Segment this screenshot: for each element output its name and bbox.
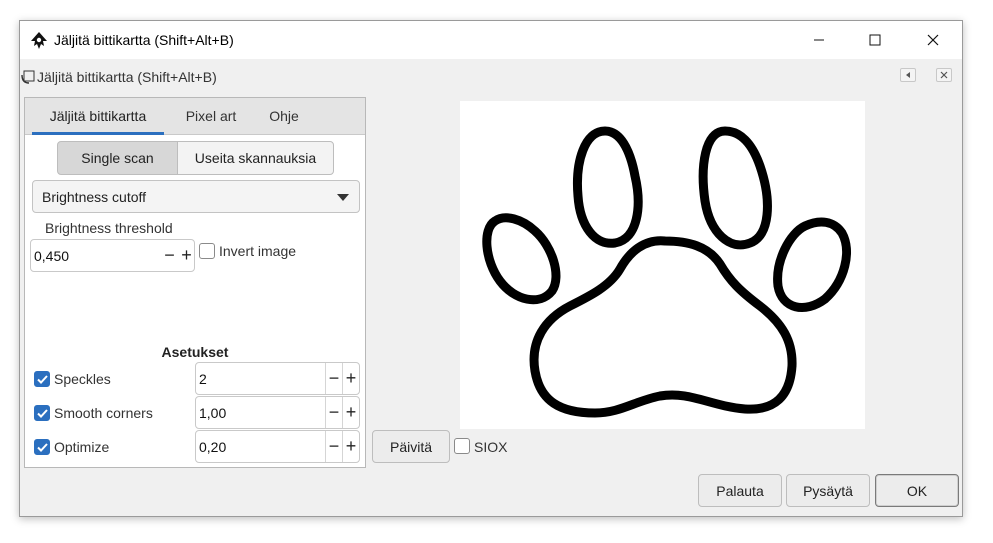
chevron-down-icon (337, 194, 349, 201)
speckles-spinbox[interactable]: 2 − + (195, 362, 360, 395)
check-icon (37, 409, 48, 418)
increment-button[interactable]: + (342, 363, 359, 394)
check-icon (37, 443, 48, 452)
optimize-checkbox[interactable] (34, 439, 50, 455)
multiple-scans-button[interactable]: Useita skannauksia (177, 141, 334, 175)
minimize-button[interactable] (790, 21, 848, 59)
tab-help[interactable]: Ohje (261, 98, 307, 135)
dialog-title: Jäljitä bittikartta (Shift+Alt+B) (37, 69, 217, 85)
speckles-checkbox[interactable] (34, 371, 50, 387)
inkscape-logo-icon (29, 31, 49, 51)
invert-image-checkbox[interactable] (199, 243, 215, 259)
smooth-corners-checkbox[interactable] (34, 405, 50, 421)
brightness-threshold-spinbox[interactable]: 0,450 − + (30, 239, 195, 272)
update-preview-button[interactable]: Päivitä (372, 430, 450, 463)
decrement-button[interactable]: − (325, 397, 342, 428)
siox-label: SIOX (474, 439, 508, 455)
reset-button[interactable]: Palauta (698, 474, 782, 507)
invert-image-label: Invert image (219, 243, 297, 259)
optimize-spinbox[interactable]: 0,20 − + (195, 430, 360, 463)
smooth-corners-spinbox[interactable]: 1,00 − + (195, 396, 360, 429)
trace-settings-panel: Jäljitä bittikartta Pixel art Ohje Singl… (24, 97, 366, 468)
decrement-button[interactable]: − (325, 363, 342, 394)
title-bar[interactable]: Jäljitä bittikartta (Shift+Alt+B) (20, 21, 962, 59)
check-icon (37, 375, 48, 384)
trace-mode-value: Brightness cutoff (42, 189, 147, 205)
speckles-value: 2 (199, 371, 207, 387)
trace-bitmap-window: Jäljitä bittikartta (Shift+Alt+B) Jäljit… (19, 20, 963, 517)
settings-heading: Asetukset (161, 344, 229, 360)
brightness-threshold-value: 0,450 (34, 248, 70, 264)
optimize-value: 0,20 (199, 439, 227, 455)
tab-trace-bitmap[interactable]: Jäljitä bittikartta (32, 98, 164, 135)
window-title: Jäljitä bittikartta (Shift+Alt+B) (54, 32, 234, 48)
siox-checkbox[interactable] (454, 438, 470, 454)
stop-button[interactable]: Pysäytä (786, 474, 870, 507)
smooth-corners-value: 1,00 (199, 405, 227, 421)
brightness-threshold-label: Brightness threshold (45, 220, 173, 236)
close-button[interactable] (904, 21, 962, 59)
decrement-button[interactable]: − (325, 431, 342, 462)
maximize-button[interactable] (846, 21, 904, 59)
arrow-left-icon (906, 72, 910, 78)
optimize-label: Optimize (54, 439, 110, 455)
trace-mode-dropdown[interactable]: Brightness cutoff (32, 180, 360, 213)
paw-print-preview-image (482, 126, 851, 418)
increment-button[interactable]: + (342, 431, 359, 462)
close-small-icon (940, 71, 948, 79)
dialog-collapse-button[interactable] (900, 68, 916, 82)
decrement-button[interactable]: − (161, 240, 178, 271)
increment-button[interactable]: + (342, 397, 359, 428)
trace-preview (460, 101, 865, 429)
ok-button[interactable]: OK (875, 474, 959, 507)
increment-button[interactable]: + (178, 240, 195, 271)
dialog-close-button[interactable] (936, 68, 952, 82)
tab-pixel-art[interactable]: Pixel art (175, 98, 247, 135)
maximize-icon (869, 34, 881, 46)
dialog-header: Jäljitä bittikartta (Shift+Alt+B) (20, 59, 962, 95)
single-scan-button[interactable]: Single scan (57, 141, 178, 175)
tab-bar: Jäljitä bittikartta Pixel art Ohje (25, 98, 365, 135)
smooth-corners-label: Smooth corners (54, 405, 153, 421)
close-icon (927, 34, 939, 46)
speckles-label: Speckles (54, 371, 111, 387)
trace-bitmap-icon (20, 69, 36, 85)
minimize-icon (814, 39, 824, 41)
